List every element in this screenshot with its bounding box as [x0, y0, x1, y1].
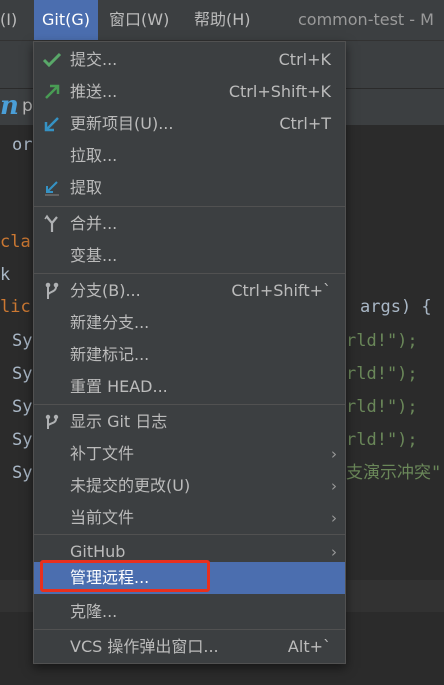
menu-item-show-git-log[interactable]: 显示 Git 日志: [34, 406, 345, 438]
branch-icon: [40, 275, 64, 307]
editor-tab[interactable]: p: [22, 96, 33, 116]
git-log-icon: [40, 406, 64, 438]
menu-item-vcs-operations-popup[interactable]: VCS 操作弹出窗口... Alt+`: [34, 631, 345, 663]
update-arrow-icon: [40, 108, 64, 140]
menu-item-uncommitted-changes[interactable]: 未提交的更改(U) ›: [34, 470, 345, 502]
menu-item-current-file[interactable]: 当前文件 ›: [34, 502, 345, 534]
menu-tools[interactable]: (I): [0, 0, 17, 40]
code-line: Sy: [12, 430, 33, 450]
menu-item-patch-file[interactable]: 补丁文件 ›: [34, 438, 345, 470]
menu-item-pull[interactable]: 拉取...: [34, 140, 345, 172]
menu-item-merge[interactable]: 合并...: [34, 208, 345, 240]
code-fragment: args) {: [360, 297, 432, 317]
menu-separator: [34, 206, 345, 207]
code-line: k: [0, 265, 11, 285]
menu-help[interactable]: 帮助(H): [194, 0, 251, 40]
menu-item-branches[interactable]: 分支(B)... Ctrl+Shift+`: [34, 275, 345, 307]
menu-item-reset-head[interactable]: 重置 HEAD...: [34, 371, 345, 403]
menu-item-commit[interactable]: 提交... Ctrl+K: [34, 44, 345, 76]
code-fragment: rld!");: [346, 397, 418, 417]
menu-item-update-project[interactable]: 更新项目(U)... Ctrl+T: [34, 108, 345, 140]
code-line: Sy: [12, 331, 33, 351]
menu-git[interactable]: Git(G): [34, 0, 98, 40]
code-line: Sy: [12, 397, 33, 417]
submenu-arrow-icon: ›: [331, 477, 337, 495]
menu-bar: (I) Git(G) 窗口(W) 帮助(H) common-test - M: [0, 0, 444, 41]
menu-item-push[interactable]: 推送... Ctrl+Shift+K: [34, 76, 345, 108]
merge-icon: [40, 208, 64, 240]
menu-item-fetch[interactable]: 提取: [34, 172, 345, 204]
menu-item-new-tag[interactable]: 新建标记...: [34, 339, 345, 371]
submenu-arrow-icon: ›: [331, 509, 337, 527]
code-fragment: 支演示冲突": [346, 463, 442, 483]
code-line: lic: [0, 297, 31, 317]
check-icon: [40, 44, 64, 76]
menu-window[interactable]: 窗口(W): [109, 0, 169, 40]
code-line: or: [12, 135, 33, 155]
menu-separator: [34, 534, 345, 535]
menu-separator: [34, 629, 345, 630]
fetch-icon: [40, 172, 64, 204]
code-fragment: rld!");: [346, 331, 418, 351]
code-line: Sy: [12, 463, 33, 483]
code-fragment: rld!");: [346, 430, 418, 450]
code-fragment: rld!");: [346, 364, 418, 384]
menu-item-rebase[interactable]: 变基...: [34, 240, 345, 272]
menu-item-new-branch[interactable]: 新建分支...: [34, 307, 345, 339]
submenu-arrow-icon: ›: [331, 445, 337, 463]
push-arrow-icon: [40, 76, 64, 108]
annotation-highlight-box: [40, 560, 210, 592]
menu-item-clone[interactable]: 克隆...: [34, 596, 345, 628]
window-title: common-test - M: [298, 10, 434, 29]
code-line: cla: [0, 232, 31, 252]
menu-separator: [34, 273, 345, 274]
menu-separator: [34, 404, 345, 405]
kotlin-file-icon: n: [0, 91, 19, 121]
code-line: Sy: [12, 364, 33, 384]
git-menu-dropdown: 提交... Ctrl+K 推送... Ctrl+Shift+K 更新项目(U).…: [33, 41, 346, 664]
